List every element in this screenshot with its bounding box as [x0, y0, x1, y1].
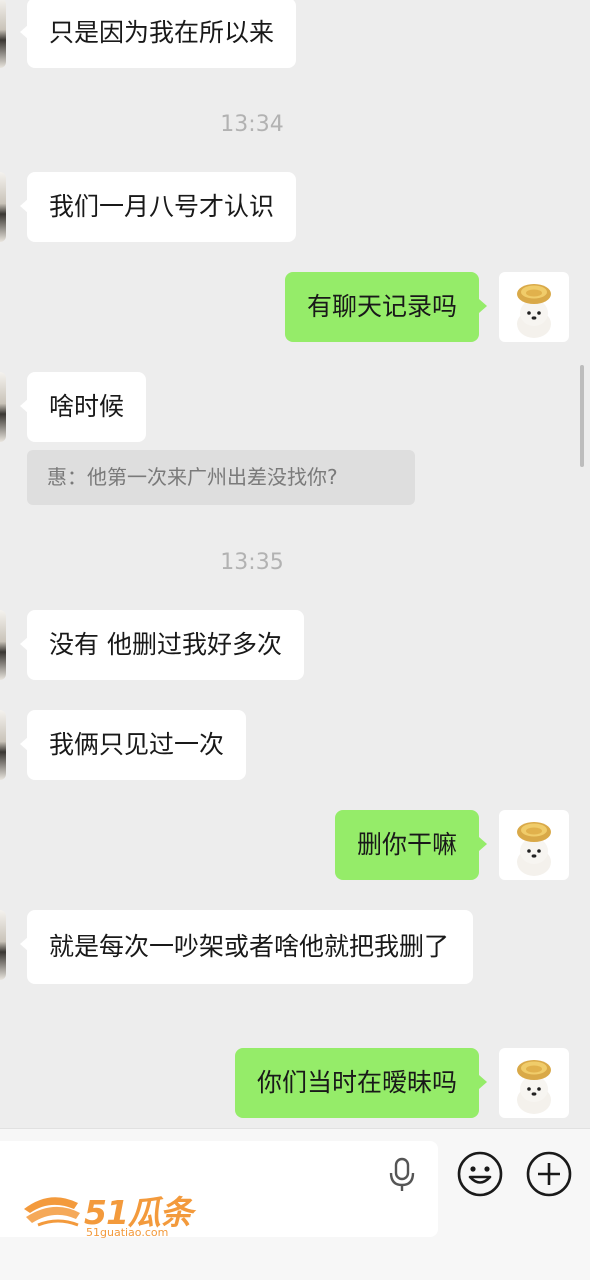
message-bubble-incoming[interactable]: 没有 他删过我好多次 [20, 610, 304, 680]
dog-avatar-icon [517, 822, 551, 876]
contact-avatar[interactable] [0, 710, 6, 780]
message-bubble-incoming[interactable]: 就是每次一吵架或者啥他就把我删了 [20, 910, 473, 984]
contact-avatar[interactable] [0, 610, 6, 680]
contact-avatar[interactable] [0, 910, 6, 980]
contact-avatar[interactable] [0, 372, 6, 442]
message-bubble-incoming[interactable]: 只是因为我在所以来 [19, 0, 297, 68]
message-bubble-outgoing[interactable]: 删你干嘛 [334, 810, 488, 880]
message-bubble-incoming[interactable]: 啥时候 [19, 372, 147, 442]
message-bubble-outgoing[interactable]: 有聊天记录吗 [284, 272, 488, 342]
plus-icon[interactable] [525, 1150, 573, 1198]
contact-avatar[interactable] [0, 0, 6, 68]
scrollbar[interactable] [580, 365, 584, 467]
timestamp: 13:34 [220, 112, 284, 137]
user-avatar[interactable] [499, 272, 569, 342]
quoted-message[interactable]: 惠：他第一次来广州出差没找你? [27, 450, 415, 505]
watermark-url: 51guatiao.com [86, 1226, 169, 1239]
dog-avatar-icon [517, 1060, 551, 1114]
emoji-icon[interactable] [456, 1150, 504, 1198]
user-avatar[interactable] [499, 1048, 569, 1118]
message-bubble-outgoing[interactable]: 你们当时在暧昧吗 [234, 1048, 488, 1118]
message-bubble-incoming[interactable]: 我们一月八号才认识 [19, 172, 297, 242]
message-bubble-incoming[interactable]: 我俩只见过一次 [19, 710, 247, 780]
microphone-icon[interactable] [386, 1157, 418, 1193]
user-avatar[interactable] [499, 810, 569, 880]
contact-avatar[interactable] [0, 172, 6, 242]
chat-area[interactable]: 只是因为我在所以来 13:34 我们一月八号才认识 有聊天记录吗 啥时候 惠：他… [0, 0, 590, 1128]
dog-avatar-icon [517, 284, 551, 338]
timestamp: 13:35 [220, 550, 284, 575]
